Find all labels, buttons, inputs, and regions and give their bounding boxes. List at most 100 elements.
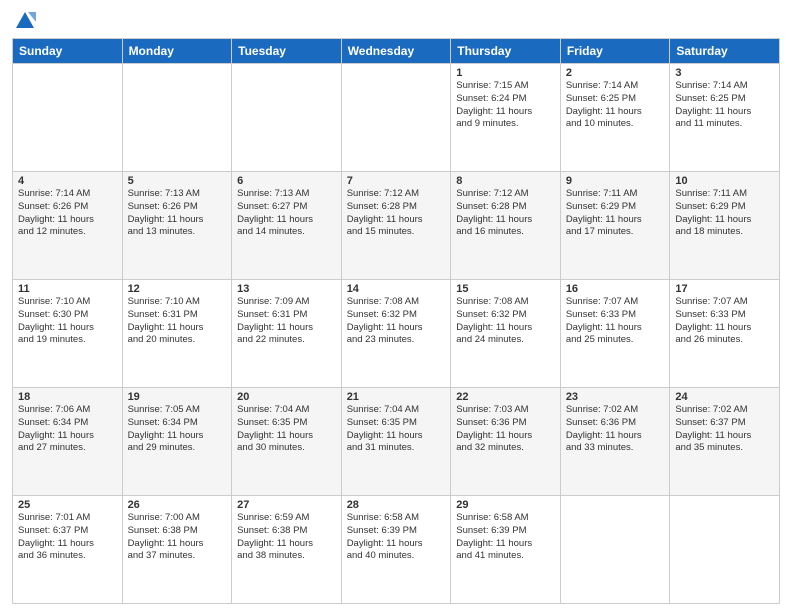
day-number: 9 [566,175,665,187]
calendar-cell: 7Sunrise: 7:12 AM Sunset: 6:28 PM Daylig… [341,172,451,280]
day-number: 19 [128,391,227,403]
calendar-cell [122,64,232,172]
day-number: 24 [675,391,774,403]
calendar-week-row: 25Sunrise: 7:01 AM Sunset: 6:37 PM Dayli… [13,496,780,604]
calendar-cell: 25Sunrise: 7:01 AM Sunset: 6:37 PM Dayli… [13,496,123,604]
day-number: 10 [675,175,774,187]
day-number: 26 [128,499,227,511]
day-number: 23 [566,391,665,403]
calendar-cell: 15Sunrise: 7:08 AM Sunset: 6:32 PM Dayli… [451,280,561,388]
calendar-week-row: 11Sunrise: 7:10 AM Sunset: 6:30 PM Dayli… [13,280,780,388]
day-info: Sunrise: 7:11 AM Sunset: 6:29 PM Dayligh… [566,188,665,239]
calendar-cell [670,496,780,604]
calendar-cell: 12Sunrise: 7:10 AM Sunset: 6:31 PM Dayli… [122,280,232,388]
day-info: Sunrise: 7:08 AM Sunset: 6:32 PM Dayligh… [347,296,446,347]
day-number: 20 [237,391,336,403]
day-number: 7 [347,175,446,187]
calendar-header-row: SundayMondayTuesdayWednesdayThursdayFrid… [13,39,780,64]
day-info: Sunrise: 6:58 AM Sunset: 6:39 PM Dayligh… [347,512,446,563]
day-info: Sunrise: 7:11 AM Sunset: 6:29 PM Dayligh… [675,188,774,239]
day-number: 18 [18,391,117,403]
day-info: Sunrise: 7:04 AM Sunset: 6:35 PM Dayligh… [237,404,336,455]
day-info: Sunrise: 7:13 AM Sunset: 6:26 PM Dayligh… [128,188,227,239]
calendar-cell: 20Sunrise: 7:04 AM Sunset: 6:35 PM Dayli… [232,388,342,496]
day-number: 5 [128,175,227,187]
calendar-week-row: 4Sunrise: 7:14 AM Sunset: 6:26 PM Daylig… [13,172,780,280]
calendar-cell: 21Sunrise: 7:04 AM Sunset: 6:35 PM Dayli… [341,388,451,496]
calendar-cell: 14Sunrise: 7:08 AM Sunset: 6:32 PM Dayli… [341,280,451,388]
column-header-wednesday: Wednesday [341,39,451,64]
column-header-thursday: Thursday [451,39,561,64]
calendar-week-row: 18Sunrise: 7:06 AM Sunset: 6:34 PM Dayli… [13,388,780,496]
column-header-saturday: Saturday [670,39,780,64]
day-info: Sunrise: 7:15 AM Sunset: 6:24 PM Dayligh… [456,80,555,131]
day-info: Sunrise: 7:13 AM Sunset: 6:27 PM Dayligh… [237,188,336,239]
calendar-cell: 22Sunrise: 7:03 AM Sunset: 6:36 PM Dayli… [451,388,561,496]
calendar-cell: 1Sunrise: 7:15 AM Sunset: 6:24 PM Daylig… [451,64,561,172]
day-info: Sunrise: 7:06 AM Sunset: 6:34 PM Dayligh… [18,404,117,455]
calendar-week-row: 1Sunrise: 7:15 AM Sunset: 6:24 PM Daylig… [13,64,780,172]
day-info: Sunrise: 7:09 AM Sunset: 6:31 PM Dayligh… [237,296,336,347]
day-info: Sunrise: 7:03 AM Sunset: 6:36 PM Dayligh… [456,404,555,455]
day-info: Sunrise: 7:12 AM Sunset: 6:28 PM Dayligh… [347,188,446,239]
calendar-table: SundayMondayTuesdayWednesdayThursdayFrid… [12,38,780,604]
calendar-cell: 16Sunrise: 7:07 AM Sunset: 6:33 PM Dayli… [560,280,670,388]
day-number: 28 [347,499,446,511]
day-info: Sunrise: 6:59 AM Sunset: 6:38 PM Dayligh… [237,512,336,563]
calendar-cell: 28Sunrise: 6:58 AM Sunset: 6:39 PM Dayli… [341,496,451,604]
day-info: Sunrise: 7:05 AM Sunset: 6:34 PM Dayligh… [128,404,227,455]
day-number: 1 [456,67,555,79]
day-info: Sunrise: 7:14 AM Sunset: 6:25 PM Dayligh… [566,80,665,131]
day-number: 12 [128,283,227,295]
page-header [12,10,780,32]
day-number: 27 [237,499,336,511]
day-info: Sunrise: 7:07 AM Sunset: 6:33 PM Dayligh… [566,296,665,347]
calendar-cell: 18Sunrise: 7:06 AM Sunset: 6:34 PM Dayli… [13,388,123,496]
day-info: Sunrise: 7:02 AM Sunset: 6:36 PM Dayligh… [566,404,665,455]
calendar-cell: 5Sunrise: 7:13 AM Sunset: 6:26 PM Daylig… [122,172,232,280]
calendar-cell: 2Sunrise: 7:14 AM Sunset: 6:25 PM Daylig… [560,64,670,172]
day-info: Sunrise: 7:04 AM Sunset: 6:35 PM Dayligh… [347,404,446,455]
day-number: 15 [456,283,555,295]
day-number: 13 [237,283,336,295]
day-info: Sunrise: 7:10 AM Sunset: 6:30 PM Dayligh… [18,296,117,347]
day-number: 4 [18,175,117,187]
day-number: 2 [566,67,665,79]
day-info: Sunrise: 7:07 AM Sunset: 6:33 PM Dayligh… [675,296,774,347]
day-info: Sunrise: 7:14 AM Sunset: 6:26 PM Dayligh… [18,188,117,239]
column-header-sunday: Sunday [13,39,123,64]
day-info: Sunrise: 7:08 AM Sunset: 6:32 PM Dayligh… [456,296,555,347]
calendar-cell: 9Sunrise: 7:11 AM Sunset: 6:29 PM Daylig… [560,172,670,280]
calendar-cell: 27Sunrise: 6:59 AM Sunset: 6:38 PM Dayli… [232,496,342,604]
calendar-cell: 3Sunrise: 7:14 AM Sunset: 6:25 PM Daylig… [670,64,780,172]
day-number: 22 [456,391,555,403]
calendar-cell: 11Sunrise: 7:10 AM Sunset: 6:30 PM Dayli… [13,280,123,388]
day-number: 16 [566,283,665,295]
day-number: 8 [456,175,555,187]
calendar-cell: 23Sunrise: 7:02 AM Sunset: 6:36 PM Dayli… [560,388,670,496]
calendar-cell: 26Sunrise: 7:00 AM Sunset: 6:38 PM Dayli… [122,496,232,604]
day-number: 11 [18,283,117,295]
day-info: Sunrise: 7:14 AM Sunset: 6:25 PM Dayligh… [675,80,774,131]
day-info: Sunrise: 7:01 AM Sunset: 6:37 PM Dayligh… [18,512,117,563]
calendar-cell: 13Sunrise: 7:09 AM Sunset: 6:31 PM Dayli… [232,280,342,388]
day-number: 6 [237,175,336,187]
logo-icon [14,10,36,32]
day-info: Sunrise: 7:12 AM Sunset: 6:28 PM Dayligh… [456,188,555,239]
calendar-cell: 29Sunrise: 6:58 AM Sunset: 6:39 PM Dayli… [451,496,561,604]
day-number: 25 [18,499,117,511]
day-number: 3 [675,67,774,79]
day-info: Sunrise: 6:58 AM Sunset: 6:39 PM Dayligh… [456,512,555,563]
calendar-cell: 19Sunrise: 7:05 AM Sunset: 6:34 PM Dayli… [122,388,232,496]
column-header-monday: Monday [122,39,232,64]
calendar-cell: 17Sunrise: 7:07 AM Sunset: 6:33 PM Dayli… [670,280,780,388]
day-number: 29 [456,499,555,511]
calendar-cell: 4Sunrise: 7:14 AM Sunset: 6:26 PM Daylig… [13,172,123,280]
column-header-tuesday: Tuesday [232,39,342,64]
calendar-cell: 24Sunrise: 7:02 AM Sunset: 6:37 PM Dayli… [670,388,780,496]
day-info: Sunrise: 7:00 AM Sunset: 6:38 PM Dayligh… [128,512,227,563]
calendar-cell [341,64,451,172]
calendar-cell [232,64,342,172]
calendar-cell [13,64,123,172]
calendar-cell: 6Sunrise: 7:13 AM Sunset: 6:27 PM Daylig… [232,172,342,280]
